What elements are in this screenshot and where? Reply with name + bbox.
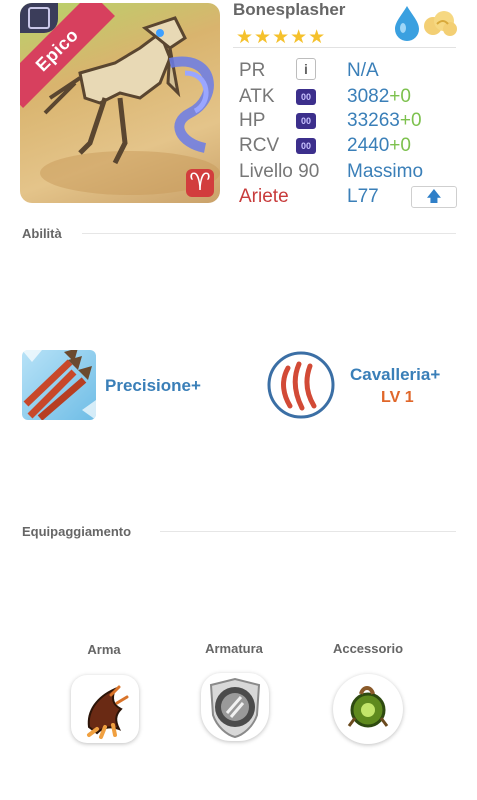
armor-slot[interactable] [201, 673, 269, 741]
active-skill-name[interactable]: Precisione+ [105, 376, 201, 396]
stat-label-rcv: RCV [239, 135, 280, 156]
active-skill-icon[interactable] [22, 350, 96, 420]
stat-label-atk: ATK [239, 86, 275, 107]
water-drop-icon [395, 6, 419, 41]
stat-label-hp: HP [239, 110, 266, 131]
sign-level-value: L77 [347, 186, 379, 207]
equip-label-weapon: Arma [87, 642, 121, 657]
level-up-button[interactable]: 🡅 [411, 186, 457, 208]
plus-value-chip-atk: 00 [296, 89, 316, 105]
equip-label-accessory: Accessorio [332, 641, 404, 656]
level-label: Livello 90 [239, 161, 320, 182]
shield-armor-icon [209, 677, 261, 739]
accessory-slot[interactable] [333, 674, 403, 744]
level-value: Massimo [347, 161, 424, 182]
gem-accessory-icon [347, 686, 389, 728]
portrait-corner-badge [20, 3, 58, 33]
star-rating: ★★★★★ [236, 27, 327, 48]
aries-sign-icon: ♈ [186, 169, 214, 197]
stat-bonus-atk: +0 [389, 86, 411, 107]
leader-skill-name[interactable]: Cavalleria+ [350, 365, 440, 385]
monster-portrait[interactable]: Epico ♈ [20, 3, 220, 203]
leader-skill-level: LV 1 [381, 389, 414, 406]
weapon-slot[interactable] [71, 675, 139, 743]
element-icons [395, 6, 457, 41]
arrows-icon [22, 350, 96, 420]
zodiac-sign-label: Ariete [239, 186, 289, 207]
claw-marks-icon[interactable] [266, 350, 336, 420]
header-divider [233, 47, 456, 48]
plus-value-chip-hp: 00 [296, 113, 316, 129]
section-title-equipment: Equipaggiamento [22, 524, 132, 539]
section-title-abilities: Abilità [22, 226, 62, 241]
equip-label-armor: Armatura [205, 641, 263, 656]
claw-weapon-icon [87, 685, 129, 739]
stat-bonus-rcv: +0 [389, 135, 411, 156]
stat-value-atk: 3082+0 [347, 86, 411, 107]
section-divider-equipment [160, 531, 456, 532]
stat-value-pr: N/A [347, 60, 379, 81]
stat-label-pr: PR [239, 60, 266, 81]
stat-value-rcv: 2440+0 [347, 135, 411, 156]
section-divider-abilities [82, 233, 456, 234]
stat-value-hp: 33263+0 [347, 110, 422, 131]
monster-name: Bonesplasher [233, 0, 346, 19]
plus-value-chip-rcv: 00 [296, 138, 316, 154]
stat-bonus-hp: +0 [399, 110, 422, 131]
info-icon[interactable]: i [296, 58, 316, 80]
cloud-icon [424, 11, 457, 36]
